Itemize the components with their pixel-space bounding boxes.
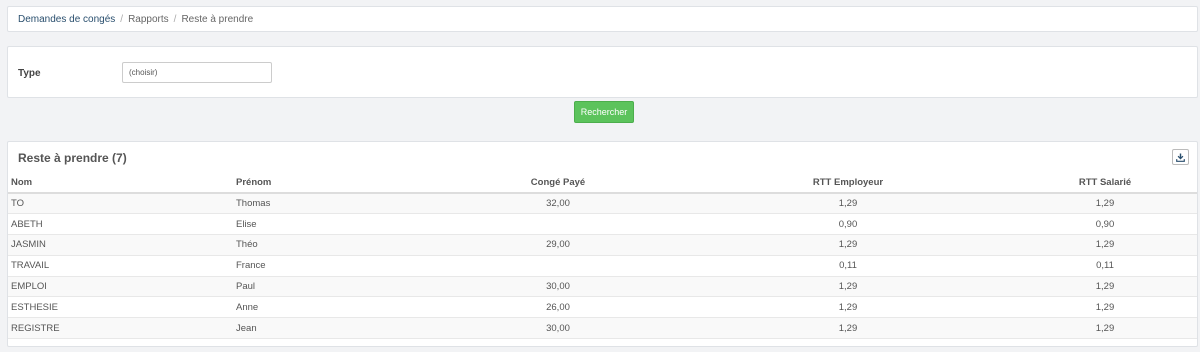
table-row: EMPLOI Paul 30,00 1,29 1,29: [8, 276, 1197, 298]
table-row: TO Thomas 32,00 1,29 1,29: [8, 193, 1197, 215]
breadcrumb-separator: /: [173, 13, 177, 25]
breadcrumb-link-demandes[interactable]: Demandes de congés: [18, 14, 115, 25]
cell-nom: ABETH: [8, 213, 233, 236]
cell-nom: EMPLOI: [8, 276, 233, 298]
cell-conge-paye: 30,00: [433, 317, 683, 340]
cell-conge-paye: 30,00: [433, 276, 683, 298]
cell-nom: JASMIN: [8, 234, 233, 256]
cell-rtt-salarie: 1,29: [1013, 317, 1197, 340]
cell-prenom: France: [233, 255, 433, 277]
cell-conge-paye: [433, 255, 683, 277]
cell-prenom: Jean: [233, 317, 433, 340]
results-title: Reste à prendre (7): [18, 151, 127, 165]
breadcrumb-separator: /: [120, 13, 124, 25]
search-button[interactable]: Rechercher: [574, 101, 634, 123]
cell-rtt-employeur: 1,29: [683, 193, 1013, 215]
cell-rtt-salarie: 1,29: [1013, 193, 1197, 215]
table-row: ESTHESIE Anne 26,00 1,29 1,29: [8, 296, 1197, 319]
column-header-rtt-salarie[interactable]: RTT Salarié: [1013, 173, 1197, 194]
breadcrumb-item-rapports[interactable]: Rapports: [128, 14, 169, 25]
cell-prenom: Thomas: [233, 193, 433, 215]
table-header-row: Nom Prénom Congé Payé RTT Employeur RTT …: [8, 173, 1197, 194]
column-header-rtt-employeur[interactable]: RTT Employeur: [683, 173, 1013, 194]
cell-rtt-employeur: 0,11: [683, 255, 1013, 277]
cell-rtt-employeur: 0,90: [683, 213, 1013, 236]
cell-nom: ESTHESIE: [8, 296, 233, 319]
download-icon: [1176, 152, 1185, 162]
cell-nom: REGISTRE: [8, 317, 233, 340]
cell-rtt-salarie: 0,90: [1013, 213, 1197, 236]
type-select[interactable]: (choisir): [122, 62, 272, 83]
cell-conge-paye: [433, 213, 683, 236]
filter-panel: Type (choisir): [7, 46, 1198, 98]
cell-prenom: Paul: [233, 276, 433, 298]
breadcrumb-item-current: Reste à prendre: [181, 13, 254, 25]
column-header-conge-paye[interactable]: Congé Payé: [433, 173, 683, 194]
results-panel: Reste à prendre (7) Nom Prénom Congé Pay…: [7, 141, 1198, 347]
table-row: ABETH Elise 0,90 0,90: [8, 213, 1197, 236]
cell-conge-paye: 26,00: [433, 296, 683, 319]
cell-nom: TRAVAIL: [8, 255, 233, 277]
column-header-prenom[interactable]: Prénom: [233, 173, 433, 194]
results-table: Nom Prénom Congé Payé RTT Employeur RTT …: [8, 173, 1197, 340]
cell-prenom: Anne: [233, 296, 433, 319]
cell-rtt-salarie: 1,29: [1013, 296, 1197, 319]
cell-rtt-employeur: 1,29: [683, 276, 1013, 298]
table-row: TRAVAIL France 0,11 0,11: [8, 255, 1197, 277]
table-row: REGISTRE Jean 30,00 1,29 1,29: [8, 317, 1197, 340]
cell-prenom: Théo: [233, 234, 433, 256]
cell-rtt-salarie: 0,11: [1013, 255, 1197, 277]
breadcrumb: Demandes de congés / Rapports / Reste à …: [7, 6, 1198, 32]
table-row: JASMIN Théo 29,00 1,29 1,29: [8, 234, 1197, 256]
cell-prenom: Elise: [233, 213, 433, 236]
cell-rtt-employeur: 1,29: [683, 296, 1013, 319]
cell-conge-paye: 32,00: [433, 193, 683, 215]
cell-nom: TO: [8, 193, 233, 215]
type-label: Type: [18, 68, 41, 79]
download-button[interactable]: [1172, 149, 1189, 165]
column-header-nom[interactable]: Nom: [8, 173, 233, 194]
cell-rtt-salarie: 1,29: [1013, 276, 1197, 298]
cell-rtt-employeur: 1,29: [683, 317, 1013, 340]
cell-rtt-salarie: 1,29: [1013, 234, 1197, 256]
cell-conge-paye: 29,00: [433, 234, 683, 256]
cell-rtt-employeur: 1,29: [683, 234, 1013, 256]
